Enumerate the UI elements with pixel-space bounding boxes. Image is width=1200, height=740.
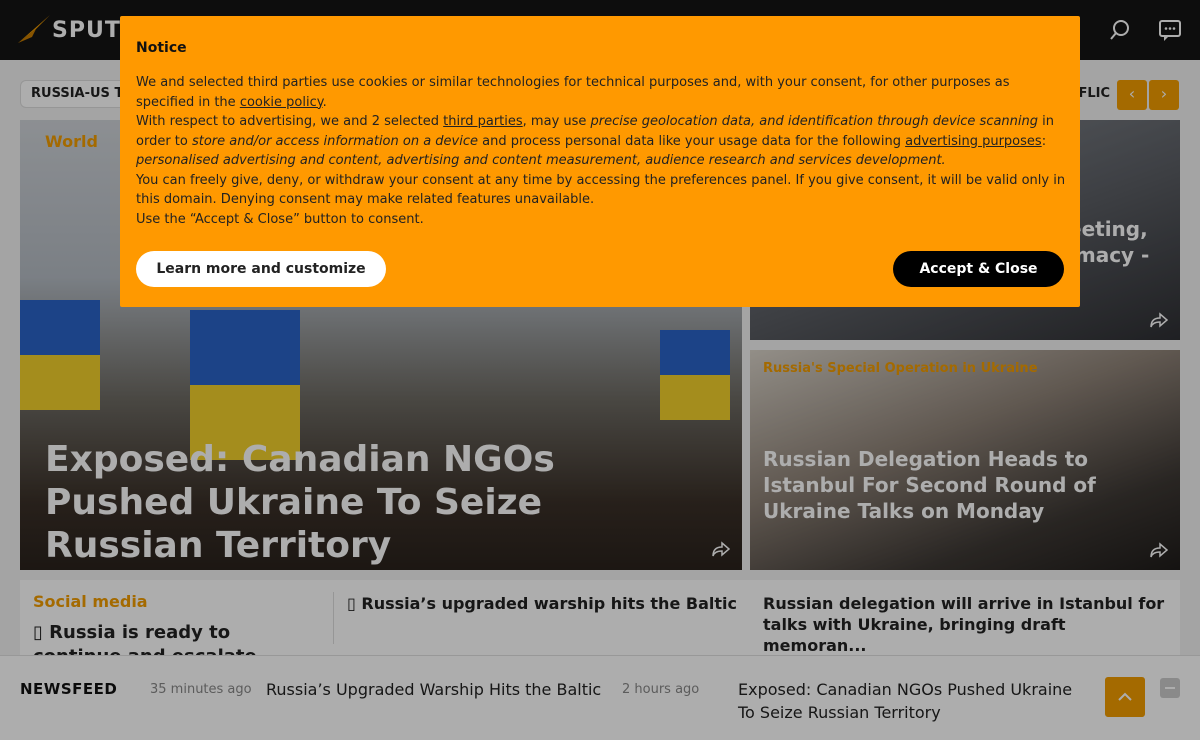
- notice-paragraph: We and selected third parties use cookie…: [136, 75, 1010, 110]
- notice-title: Notice: [136, 40, 187, 56]
- third-parties-link[interactable]: third parties: [443, 114, 523, 129]
- notice-body: We and selected third parties use cookie…: [136, 73, 1066, 229]
- notice-paragraph: With respect to advertising, we and 2 se…: [136, 114, 1054, 168]
- cookie-notice-dialog: Notice We and selected third parties use…: [120, 16, 1080, 307]
- accept-close-button[interactable]: Accept & Close: [893, 251, 1064, 287]
- learn-more-button[interactable]: Learn more and customize: [136, 251, 386, 287]
- notice-paragraph: You can freely give, deny, or withdraw y…: [136, 172, 1066, 208]
- cookie-policy-link[interactable]: cookie policy: [240, 95, 323, 110]
- notice-paragraph: Use the “Accept & Close” button to conse…: [136, 211, 424, 227]
- advertising-purposes-link[interactable]: advertising purposes: [905, 134, 1042, 149]
